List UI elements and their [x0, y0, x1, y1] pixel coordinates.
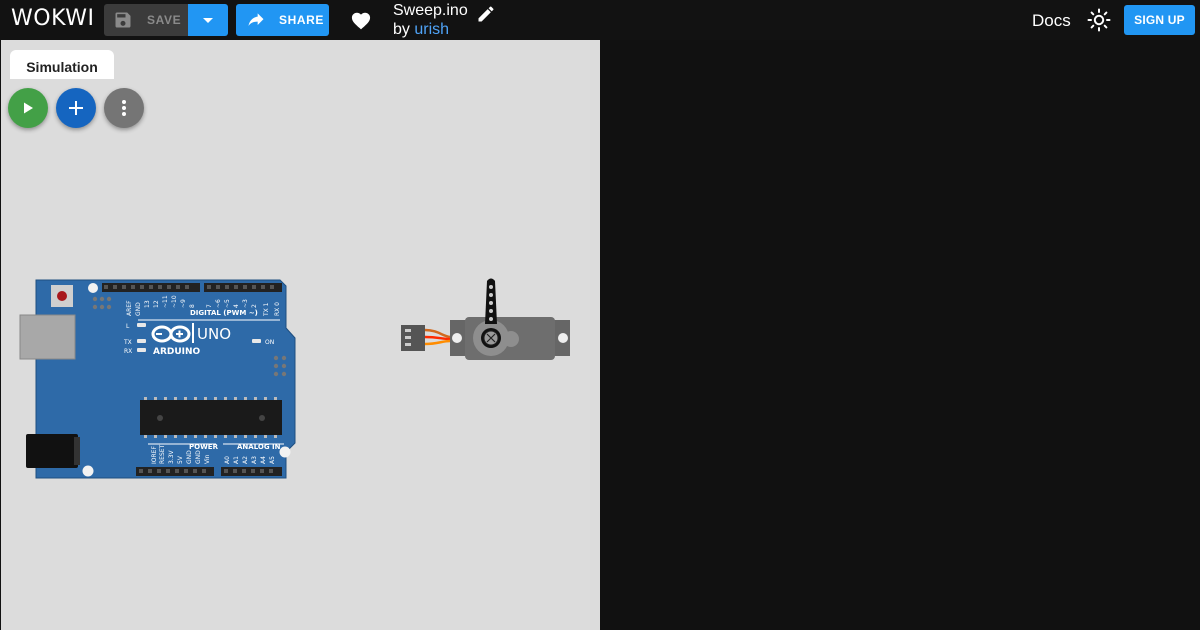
- svg-text:IOREF: IOREF: [151, 446, 158, 464]
- led-label-rx: RX: [124, 348, 132, 355]
- like-heart-icon[interactable]: [350, 10, 372, 30]
- add-part-button[interactable]: [56, 88, 96, 128]
- theme-toggle-sun-icon[interactable]: [1087, 8, 1111, 32]
- more-options-button[interactable]: [104, 88, 144, 128]
- author-link[interactable]: urish: [414, 21, 449, 38]
- edit-pencil-icon[interactable]: [476, 4, 496, 24]
- svg-text:Vin: Vin: [204, 454, 211, 464]
- svg-text:GND: GND: [186, 450, 193, 464]
- led-label-tx: TX: [123, 339, 132, 346]
- usb-port: [19, 314, 76, 360]
- svg-text:A1: A1: [233, 456, 240, 464]
- svg-text:7: 7: [206, 304, 213, 308]
- svg-text:RESET: RESET: [159, 444, 166, 464]
- share-arrow-icon: [248, 13, 264, 26]
- project-title: Sweep.ino: [393, 2, 468, 19]
- svg-text:GND: GND: [195, 450, 202, 464]
- svg-text:3.3V: 3.3V: [168, 449, 175, 464]
- svg-text:RX 0: RX 0: [274, 302, 281, 316]
- on-label: ON: [265, 339, 274, 346]
- wokwi-logo[interactable]: WOKWI: [11, 5, 93, 29]
- project-owner: by urish: [393, 21, 449, 39]
- save-label: SAVE: [147, 13, 182, 27]
- svg-text:A4: A4: [260, 456, 267, 464]
- chevron-down-icon: [203, 18, 213, 23]
- docs-link[interactable]: Docs: [1032, 11, 1071, 31]
- led-on: [252, 339, 261, 343]
- svg-text:5V: 5V: [177, 455, 184, 464]
- save-options-dropdown[interactable]: [188, 4, 228, 36]
- arduino-uno-board[interactable]: AREF GND 13 12 ~11 ~10 ~9 8 7 ~6 ~5 4 ~3…: [18, 278, 298, 483]
- simulation-pane[interactable]: Simulation AREF GND 13 12 ~11 ~10 ~9 8 7…: [1, 40, 600, 630]
- play-icon: [24, 102, 33, 114]
- sign-up-button[interactable]: SIGN UP: [1124, 5, 1195, 35]
- power-jack: [26, 434, 78, 468]
- analog-label: ANALOG IN: [237, 443, 281, 451]
- save-button[interactable]: SAVE: [104, 4, 188, 36]
- svg-text:~10: ~10: [171, 295, 178, 308]
- more-vert-icon: [122, 100, 126, 116]
- svg-text:AREF: AREF: [126, 300, 133, 316]
- digital-label: DIGITAL (PWM ~): [190, 309, 258, 317]
- share-button[interactable]: SHARE: [236, 4, 329, 36]
- svg-text:A3: A3: [251, 456, 258, 464]
- by-prefix: by: [393, 21, 410, 38]
- board-brand: ARDUINO: [153, 347, 201, 357]
- led-rx: [137, 348, 146, 352]
- top-bar: WOKWI SAVE SHARE Sweep.ino by urish Docs…: [0, 0, 1200, 40]
- svg-text:TX 1: TX 1: [263, 302, 270, 317]
- svg-text:~5: ~5: [224, 299, 231, 308]
- servo-connector: [401, 325, 425, 351]
- servo-motor[interactable]: [398, 278, 573, 368]
- svg-text:A2: A2: [242, 456, 249, 464]
- power-label: POWER: [189, 443, 219, 451]
- svg-text:8: 8: [189, 304, 196, 308]
- svg-text:~9: ~9: [180, 299, 187, 308]
- svg-text:~6: ~6: [215, 299, 222, 308]
- svg-text:2: 2: [251, 304, 258, 308]
- led-tx: [137, 339, 146, 343]
- tab-simulation[interactable]: Simulation: [10, 50, 114, 79]
- svg-text:4: 4: [233, 304, 240, 308]
- svg-text:A5: A5: [269, 456, 276, 464]
- svg-text:13: 13: [144, 300, 151, 308]
- plus-icon: [69, 101, 83, 115]
- svg-text:~3: ~3: [242, 299, 249, 308]
- svg-text:A0: A0: [224, 456, 231, 464]
- svg-text:12: 12: [153, 300, 160, 308]
- editor-pane[interactable]: [600, 40, 1200, 630]
- svg-text:GND: GND: [135, 302, 142, 316]
- svg-text:~11: ~11: [162, 295, 169, 308]
- start-simulation-button[interactable]: [8, 88, 48, 128]
- save-button-group: SAVE: [104, 4, 228, 36]
- share-label: SHARE: [279, 13, 325, 27]
- svg-text:WOKWI: WOKWI: [11, 6, 93, 29]
- led-l: [137, 323, 146, 327]
- save-icon: [115, 12, 131, 28]
- board-model: UNO: [197, 325, 231, 343]
